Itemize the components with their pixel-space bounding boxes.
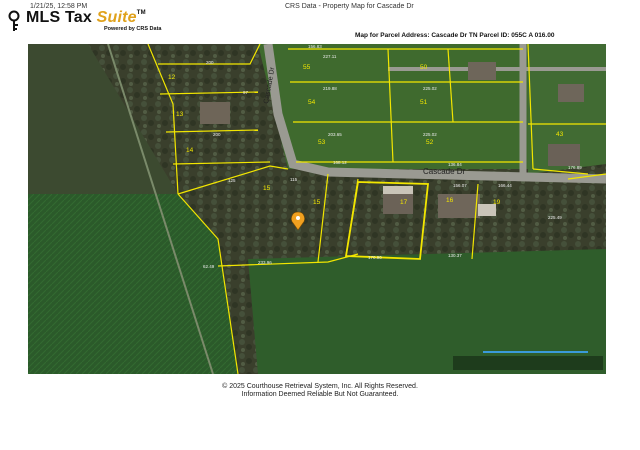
page-title: CRS Data - Property Map for Cascade Dr <box>285 3 414 10</box>
dimension-label: 176.89 <box>568 165 582 170</box>
south-lawn <box>248 249 606 374</box>
dimension-label: 225.02 <box>423 132 437 137</box>
lot-number: 17 <box>400 199 408 206</box>
lot-number: 50 <box>420 64 428 71</box>
dimension-label: 200 <box>213 132 221 137</box>
dimension-label: 225.02 <box>423 86 437 91</box>
dimension-label: 200 <box>206 60 214 65</box>
dimension-label: 168.12 <box>333 160 347 165</box>
dimension-label: 130.37 <box>448 253 462 258</box>
lot-number: 16 <box>446 197 454 204</box>
house-roof <box>200 102 230 124</box>
dimension-label: 203.65 <box>328 132 342 137</box>
lot-number: 19 <box>493 199 501 206</box>
lot-number: 52 <box>426 139 434 146</box>
lot-number: 55 <box>303 64 311 71</box>
dimension-label: 125 <box>228 178 236 183</box>
dimension-label: 233.96 <box>258 260 272 265</box>
parcel-address-label: Map for Parcel Address: <box>355 32 430 39</box>
dimension-label: 219.88 <box>323 86 337 91</box>
parcel-address-line: Map for Parcel Address: Cascade Dr TN Pa… <box>355 32 554 39</box>
map-attribution <box>453 356 603 370</box>
dimension-label: 156.83 <box>308 44 322 49</box>
logo-name-part1: MLS Tax <box>26 9 97 26</box>
house-roof <box>558 84 584 102</box>
disclaimer-text: Information Deemed Reliable But Not Guar… <box>241 391 399 398</box>
logo-name-part2: Suite <box>96 9 137 26</box>
lot-number: 51 <box>420 99 428 106</box>
dimension-label: 115 <box>290 177 298 182</box>
dimension-label: 225.49 <box>548 215 562 220</box>
logo-trademark: TM <box>136 10 146 16</box>
property-map[interactable]: Cascade Dr Cascade Dr 12 13 14 15 15 16 … <box>28 44 606 374</box>
parcel-id: 055C A 016.00 <box>511 32 555 39</box>
dimension-label: 136.84 <box>448 162 462 167</box>
dimension-label: 62.49 <box>203 264 215 269</box>
lot-number: 15 <box>263 185 271 192</box>
lot-number: 54 <box>308 99 316 106</box>
lot-number: 12 <box>168 74 176 81</box>
key-pin-icon <box>8 10 20 32</box>
aerial-map-canvas[interactable]: Cascade Dr Cascade Dr 12 13 14 15 15 16 … <box>28 44 606 374</box>
dimension-label: 227.11 <box>323 54 337 59</box>
house-roof <box>438 194 480 218</box>
lot-number: 15 <box>313 199 321 206</box>
mls-tax-suite-logo: MLS Tax SuiteTM Powered by CRS Data <box>8 10 161 33</box>
dimension-label: 166.44 <box>498 183 512 188</box>
house-roof <box>468 62 496 80</box>
lot-number: 13 <box>176 111 184 118</box>
dimension-label: 170.90 <box>368 255 382 260</box>
street-label: Cascade Dr <box>423 167 466 176</box>
logo-powered-by: Powered by CRS Data <box>104 26 162 32</box>
lot-number: 53 <box>318 139 326 146</box>
parcel-address: Cascade Dr TN <box>431 32 478 39</box>
dimension-label: 156.07 <box>453 183 467 188</box>
driveway <box>383 186 413 194</box>
house-roof <box>383 194 413 214</box>
lot-number: 43 <box>556 131 564 138</box>
lot-number: 14 <box>186 147 194 154</box>
copyright-text: © 2025 Courthouse Retrieval System, Inc.… <box>222 383 418 390</box>
dimension-label: 97 <box>243 90 249 95</box>
parcel-id-label: Parcel ID: <box>479 32 510 39</box>
house-roof <box>548 144 580 166</box>
